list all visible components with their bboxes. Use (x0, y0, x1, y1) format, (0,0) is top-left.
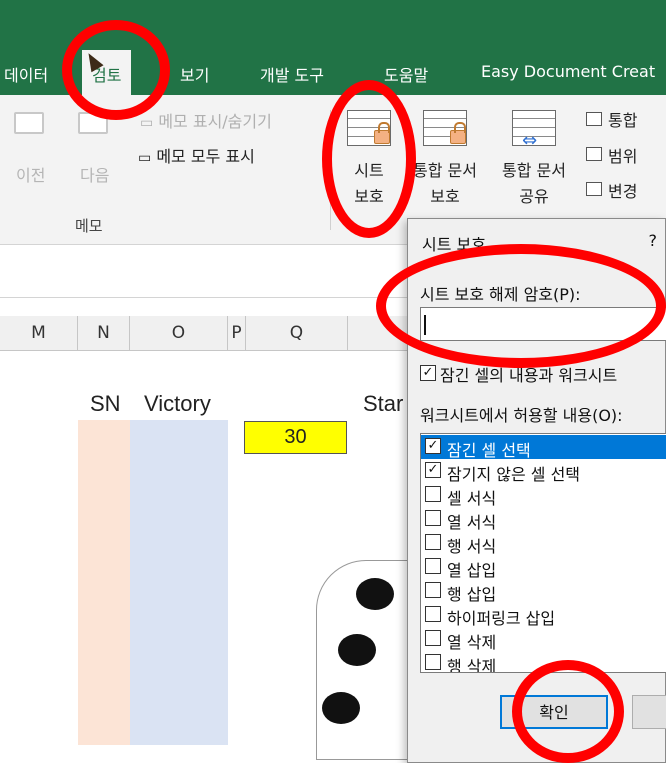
tab-developer[interactable]: 개발 도구 (260, 62, 324, 86)
list-item[interactable]: ✓ 잠긴 셀 선택 (421, 435, 666, 460)
victory-column-fill (130, 420, 228, 745)
protect-sheet-button[interactable]: 시트 보호 (346, 158, 392, 210)
protect-contents-label: 잠긴 셀의 내용과 워크시트 (440, 366, 618, 385)
password-label: 시트 보호 해제 암호(P): (420, 285, 581, 304)
option-checkbox[interactable] (425, 630, 441, 646)
option-checkbox[interactable] (425, 654, 441, 670)
option-checkbox[interactable] (425, 534, 441, 550)
column-header-o[interactable]: O (130, 316, 228, 351)
list-item[interactable]: 셀 서식 (421, 483, 666, 508)
range-edit-icon (586, 147, 602, 161)
tab-data[interactable]: 데이터 (4, 62, 48, 86)
allow-range-button[interactable]: 범위 (608, 143, 637, 167)
share-arrows-icon: ⇔ (522, 130, 538, 151)
value-cell[interactable]: 30 (244, 421, 347, 454)
option-checkbox[interactable] (425, 510, 441, 526)
option-checkbox[interactable] (425, 606, 441, 622)
dice-pip (322, 692, 360, 724)
victory-header-cell[interactable]: Victory (144, 391, 211, 417)
list-item[interactable]: 열 서식 (421, 507, 666, 532)
dice-pip (356, 578, 394, 610)
dialog-title: 시트 보호 (422, 235, 486, 254)
protect-workbook-button[interactable]: 통합 문서 보호 (402, 158, 488, 210)
option-checkbox[interactable]: ✓ (425, 462, 441, 478)
option-checkbox[interactable] (425, 486, 441, 502)
option-checkbox[interactable]: ✓ (425, 438, 441, 454)
column-header-n[interactable]: N (78, 316, 130, 351)
tab-view[interactable]: 보기 (180, 62, 209, 86)
show-all-memo-button[interactable]: ▭ 메모 모두 표시 (138, 143, 255, 167)
column-header-m[interactable]: M (0, 316, 78, 351)
option-checkbox[interactable] (425, 582, 441, 598)
next-memo-icon (78, 112, 108, 134)
next-memo-button[interactable]: 다음 (80, 162, 109, 186)
memo-icon: ▭ (138, 150, 152, 166)
star-header-cell[interactable]: Star (363, 391, 403, 417)
workbook-lock-icon (586, 112, 602, 126)
sn-header-cell[interactable]: SN (90, 391, 121, 417)
protect-contents-checkbox[interactable]: ✓ (420, 365, 436, 381)
list-item[interactable]: 열 삭제 (421, 627, 666, 652)
previous-memo-button[interactable]: 이전 (16, 162, 45, 186)
ok-button[interactable]: 확인 (500, 695, 608, 729)
option-checkbox[interactable] (425, 558, 441, 574)
text-caret (424, 315, 426, 335)
previous-memo-icon (14, 112, 44, 134)
cancel-button[interactable] (632, 695, 666, 729)
dialog-help-button[interactable]: ? (649, 231, 658, 250)
memo-group-label: 메모 (75, 217, 103, 235)
tab-easy-document[interactable]: Easy Document Creat (481, 62, 655, 81)
list-item[interactable]: 행 서식 (421, 531, 666, 556)
tab-help[interactable]: 도움말 (384, 62, 428, 86)
list-item[interactable]: ✓ 잠기지 않은 셀 선택 (421, 459, 666, 484)
track-changes-icon (586, 182, 602, 196)
show-hide-memo-button[interactable]: ▭ 메모 표시/숨기기 (140, 108, 272, 132)
column-header-p[interactable]: P (228, 316, 246, 351)
ribbon-tab-bar: 데이터 검토 보기 개발 도구 도움말 Easy Document Creat (0, 0, 666, 95)
sn-column-fill (78, 420, 130, 745)
lock-icon (374, 122, 390, 144)
lock-icon (450, 122, 466, 144)
group-separator (330, 110, 331, 230)
list-item[interactable]: 행 삭제 (421, 651, 666, 672)
memo-icon: ▭ (140, 115, 154, 131)
column-header-q[interactable]: Q (246, 316, 348, 351)
allow-options-list[interactable]: ✓ 잠긴 셀 선택 ✓ 잠기지 않은 셀 선택 셀 서식 열 서식 행 서식 열… (420, 433, 666, 673)
list-item[interactable]: 행 삽입 (421, 579, 666, 604)
allow-list-label: 워크시트에서 허용할 내용(O): (420, 406, 623, 425)
list-item[interactable]: 열 삽입 (421, 555, 666, 580)
password-input[interactable] (420, 307, 666, 341)
track-changes-button[interactable]: 변경 (608, 178, 637, 202)
integrate-button[interactable]: 통합 (608, 107, 637, 131)
protect-sheet-dialog: 시트 보호 ? 시트 보호 해제 암호(P): ✓ 잠긴 셀의 내용과 워크시트… (407, 218, 666, 763)
list-item[interactable]: 하이퍼링크 삽입 (421, 603, 666, 628)
share-workbook-button[interactable]: 통합 문서 공유 (490, 158, 578, 210)
dice-pip (338, 634, 376, 666)
